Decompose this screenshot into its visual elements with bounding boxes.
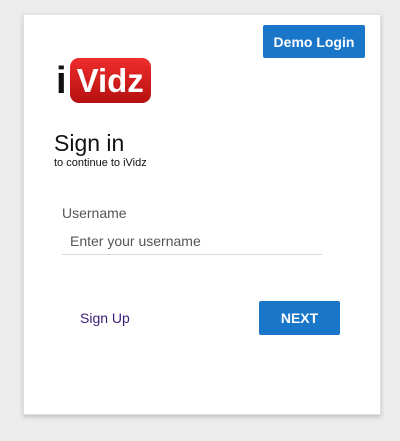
username-label: Username bbox=[62, 205, 127, 221]
page-title: Sign in bbox=[54, 130, 125, 156]
next-button[interactable]: NEXT bbox=[259, 301, 340, 335]
page-subtitle: to continue to iVidz bbox=[54, 157, 147, 169]
sign-up-link[interactable]: Sign Up bbox=[80, 310, 130, 326]
signin-card: Demo Login i Vidz Sign in to continue to… bbox=[23, 14, 381, 415]
logo-word: Vidz bbox=[69, 58, 151, 103]
username-input[interactable] bbox=[62, 227, 322, 255]
logo-prefix: i bbox=[56, 59, 67, 102]
demo-login-button[interactable]: Demo Login bbox=[263, 25, 365, 58]
ividz-logo: i Vidz bbox=[56, 58, 151, 103]
